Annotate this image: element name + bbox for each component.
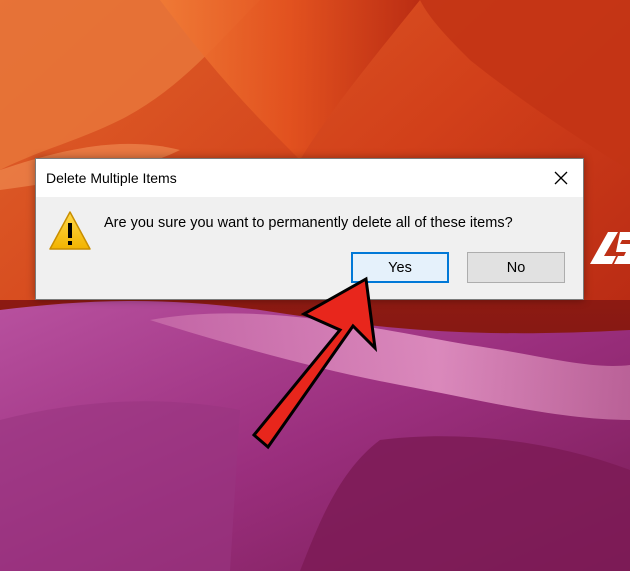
- close-icon: [554, 171, 568, 185]
- confirmation-message: Are you sure you want to permanently del…: [104, 215, 513, 231]
- no-button[interactable]: No: [467, 252, 565, 283]
- warning-icon: [49, 211, 91, 250]
- dialog-title: Delete Multiple Items: [46, 170, 177, 186]
- dialog-titlebar: Delete Multiple Items: [36, 159, 583, 197]
- delete-confirmation-dialog: Delete Multiple Items Are you sure you w…: [35, 158, 584, 300]
- asus-logo-fragment: [590, 232, 630, 264]
- close-button[interactable]: [547, 165, 575, 191]
- yes-button[interactable]: Yes: [351, 252, 449, 283]
